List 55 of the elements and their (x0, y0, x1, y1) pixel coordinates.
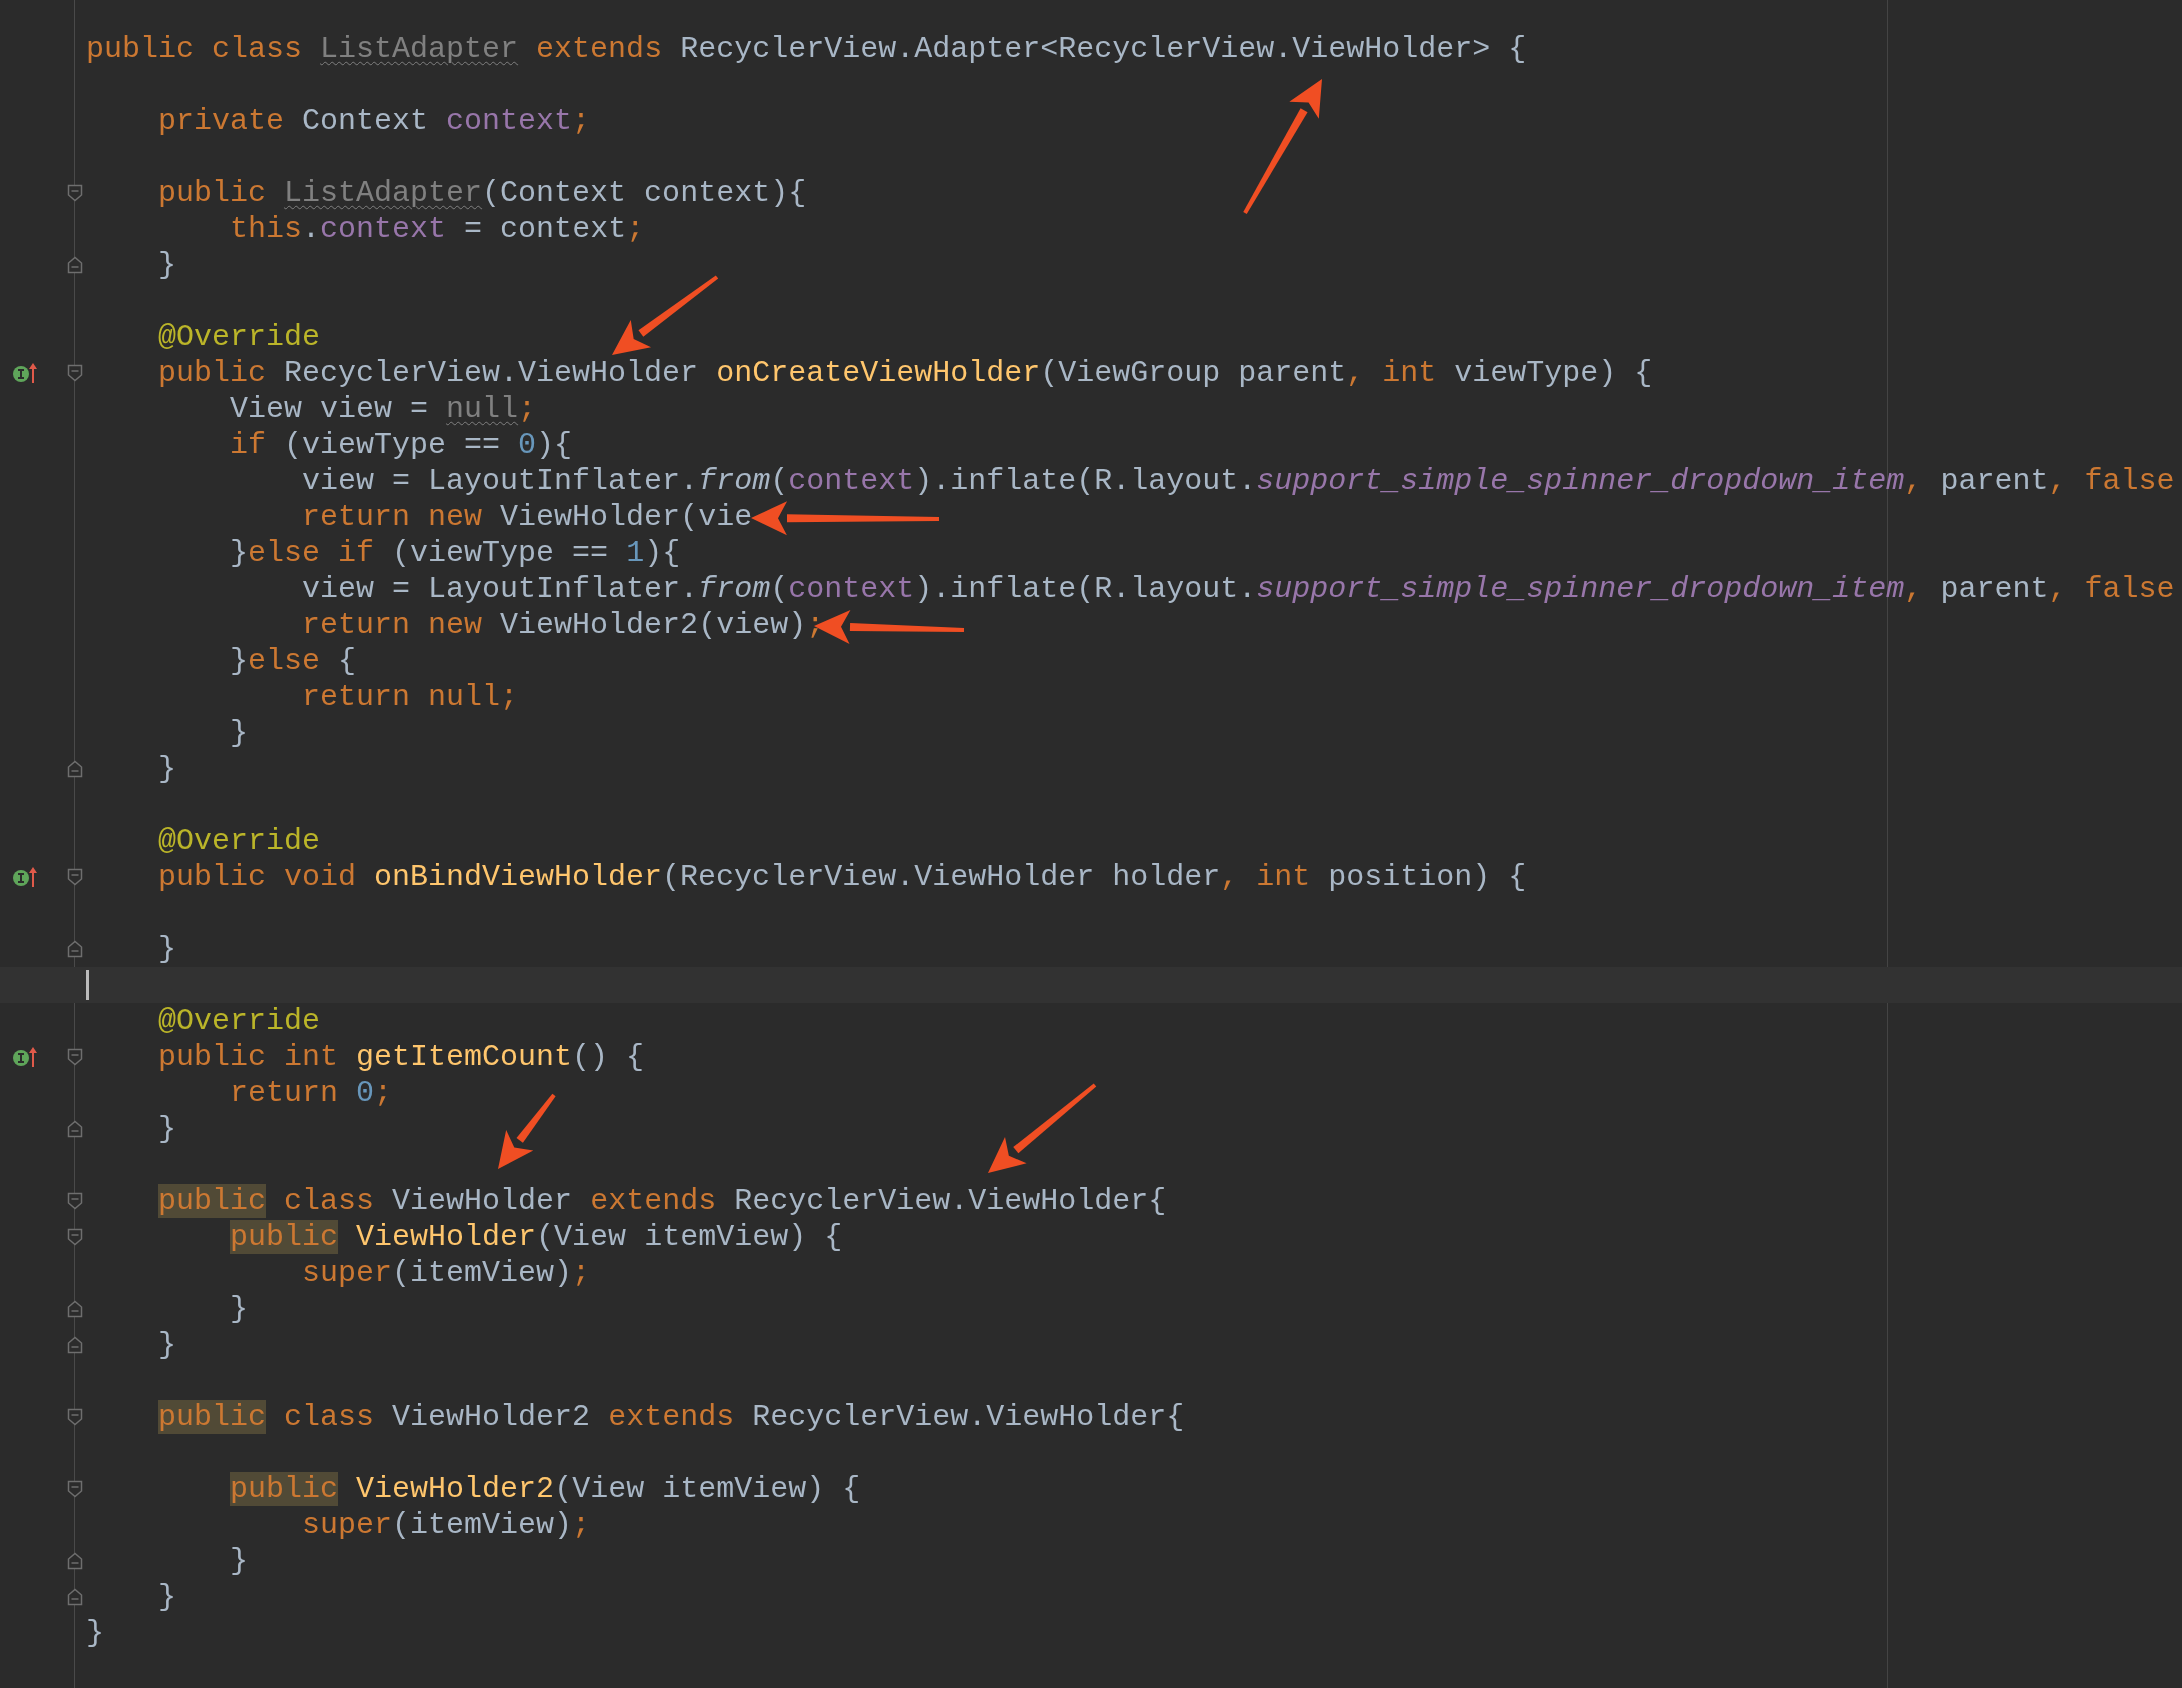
fold-marker-icon[interactable] (67, 1048, 83, 1066)
fold-marker-icon[interactable] (67, 1300, 83, 1318)
fold-marker-icon[interactable] (67, 1228, 83, 1246)
code-line: super(itemView); (301, 1255, 591, 1291)
code-line: } (157, 1579, 177, 1615)
fold-marker-icon[interactable] (67, 1480, 83, 1498)
fold-marker-icon[interactable] (67, 364, 83, 382)
code-line: @Override (157, 319, 321, 355)
code-line: public ViewHolder(View itemView) { (229, 1219, 843, 1255)
code-line: } (229, 715, 249, 751)
code-line: public class ViewHolder2 extends RecyclerView.ViewHolder{ (157, 1399, 1185, 1435)
code-line: } (157, 751, 177, 787)
fold-marker-icon[interactable] (67, 184, 83, 202)
code-line: this.context = context; (229, 211, 645, 247)
code-line: public void onBindViewHolder(RecyclerView.ViewHolder holder, int position) { (157, 859, 1527, 895)
code-line: } (229, 1291, 249, 1327)
code-line: } (86, 1615, 104, 1651)
fold-marker-icon[interactable] (67, 868, 83, 886)
code-line: }else { (229, 643, 357, 679)
fold-marker-icon[interactable] (67, 940, 83, 958)
code-line: public class ListAdapter extends RecyclerView.Adapter<RecyclerView.ViewHolder> { (86, 31, 1527, 67)
code-line: } (157, 247, 177, 283)
code-line: view = LayoutInflater.from(context).inflate(R.layout.support_simple_spinner_dropdown_item, parent, false (301, 571, 2175, 607)
code-line: View view = null; (229, 391, 537, 427)
fold-marker-icon[interactable] (67, 1120, 83, 1138)
code-line: public ViewHolder2(View itemView) { (229, 1471, 861, 1507)
code-line: public ListAdapter(Context context){ (157, 175, 807, 211)
code-line: } (157, 1111, 177, 1147)
code-line: } (157, 931, 177, 967)
code-line: private Context context; (157, 103, 591, 139)
circle-up-arrow-icon[interactable] (12, 866, 38, 888)
code-line: public int getItemCount() { (157, 1039, 645, 1075)
fold-marker-icon[interactable] (67, 760, 83, 778)
code-line: if (viewType == 0){ (229, 427, 573, 463)
code-line: view = LayoutInflater.from(context).inflate(R.layout.support_simple_spinner_dropdown_item, parent, false (301, 463, 2175, 499)
circle-up-arrow-icon[interactable] (12, 1046, 38, 1068)
code-line: return 0; (229, 1075, 393, 1111)
fold-marker-icon[interactable] (67, 256, 83, 274)
code-line: return null; (301, 679, 519, 715)
code-line: return new ViewHolder2(view); (301, 607, 825, 643)
code-line: return new ViewHolder(vie (301, 499, 753, 535)
code-line: public class ViewHolder extends RecyclerView.ViewHolder{ (157, 1183, 1167, 1219)
fold-marker-icon[interactable] (67, 1552, 83, 1570)
code-line: @Override (157, 1003, 321, 1039)
fold-marker-icon[interactable] (67, 1588, 83, 1606)
code-line: } (157, 1327, 177, 1363)
code-line: @Override (157, 823, 321, 859)
code-line: } (229, 1543, 249, 1579)
fold-marker-icon[interactable] (67, 1192, 83, 1210)
fold-marker-icon[interactable] (67, 1408, 83, 1426)
fold-marker-icon[interactable] (67, 1336, 83, 1354)
circle-up-arrow-icon[interactable] (12, 362, 38, 384)
code-line: }else if (viewType == 1){ (229, 535, 681, 571)
code-line: super(itemView); (301, 1507, 591, 1543)
code-line: public RecyclerView.ViewHolder onCreateViewHolder(ViewGroup parent, int viewType) { (157, 355, 1653, 391)
